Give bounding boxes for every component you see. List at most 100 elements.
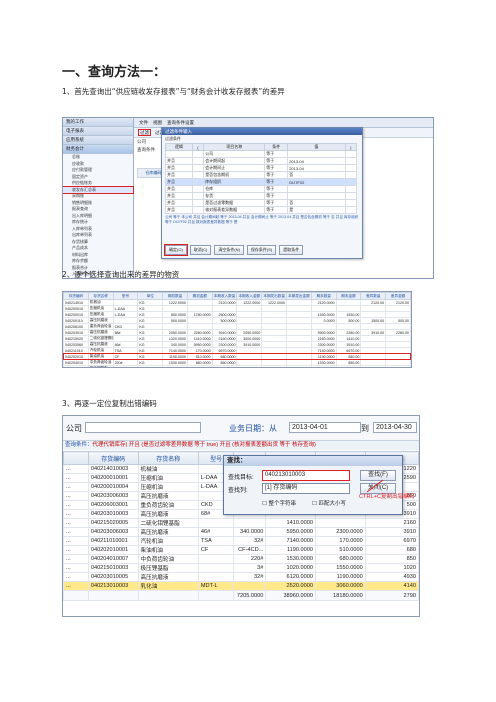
menu-item[interactable]: 查询条件设置	[167, 120, 194, 125]
grid-row[interactable]: ... 040215020005 二硫化钼锂基脂 1410.0000 2160	[63, 518, 419, 528]
dialog-button[interactable]: 确定(O)	[164, 244, 188, 256]
grid-row[interactable]: ... 040202010001 柴油机油 CF CF-4CD... 1190.0000 5…	[63, 545, 419, 555]
condition-cell[interactable]: 等于	[264, 185, 289, 193]
date-from-field[interactable]: 2013-04-01	[289, 422, 361, 433]
grid-column-header: 存货编码	[87, 451, 139, 465]
condition-cell[interactable]	[344, 164, 357, 172]
condition-cell[interactable]: 并且	[165, 199, 193, 207]
condition-cell[interactable]	[344, 185, 357, 193]
condition-cell[interactable]: 否	[287, 171, 346, 179]
condition-cell[interactable]: 否	[287, 199, 346, 207]
whole-string-checkbox[interactable]: ☐ 整个字符串	[262, 499, 296, 507]
condition-cell[interactable]: 等于	[264, 150, 289, 158]
tree-group-finance[interactable]: 财务会计	[63, 145, 133, 154]
condition-cell[interactable]: 会计期间止	[203, 164, 266, 172]
condition-cell[interactable]	[191, 206, 205, 214]
condition-cell[interactable]	[191, 164, 205, 172]
condition-cell[interactable]	[344, 178, 357, 186]
menu-item[interactable]: 文件	[139, 120, 148, 125]
condition-cell[interactable]: 并且	[165, 164, 193, 172]
date-to-field[interactable]: 2013-04-30	[373, 422, 417, 433]
condition-row[interactable]: 并且 会计期间止 等于 2013-04	[165, 164, 357, 172]
report-cell: 1550.0000	[186, 365, 213, 367]
grid-row[interactable]: ... 040211010001 汽轮机油 TSA 32# 7140.0000 170.00…	[63, 536, 419, 546]
condition-cell[interactable]: 会计期间起	[203, 157, 266, 165]
condition-cell[interactable]: 等于	[264, 178, 289, 186]
condition-cell[interactable]: 并且	[165, 206, 193, 214]
company-field[interactable]	[85, 422, 201, 433]
condition-cell[interactable]: 存货	[203, 192, 266, 200]
find-target-input[interactable]: 040213010003	[262, 470, 350, 481]
dialog-button[interactable]: 保存条件(S)	[246, 245, 277, 255]
dialog-button[interactable]: 清空条件(N)	[214, 245, 244, 255]
condition-cell[interactable]: 公司	[203, 150, 266, 158]
condition-row[interactable]: 并且 是否过滤零数据 等于否	[165, 199, 357, 207]
condition-cell[interactable]: 并且	[165, 192, 193, 200]
menu-item[interactable]: 视图	[153, 120, 162, 125]
condition-cell[interactable]	[191, 199, 205, 207]
condition-cell[interactable]	[344, 206, 357, 214]
report-cell	[286, 365, 312, 367]
condition-row[interactable]: 并且 仓库 等于	[165, 185, 357, 193]
report-row[interactable]: 040215010极压锂基脂3#KG1020.00001550.00001020…	[63, 365, 411, 367]
grid-row[interactable]: ... 040204010007 中负荷齿轮油 220# 1530.0000 680.00…	[63, 554, 419, 564]
condition-cell[interactable]: 并且	[165, 178, 193, 186]
condition-row[interactable]: 并且 核对报表差异数据 等于是	[165, 206, 357, 214]
grid-row[interactable]: ... 040203006003 高压抗磨液 46# 340.0000 5950.0000…	[63, 527, 419, 537]
condition-cell[interactable]: DIJ7F02	[287, 178, 346, 186]
condition-row[interactable]: 并且 库存组织 等于 DIJ7F02	[165, 178, 357, 186]
condition-cell[interactable]: 仓库	[203, 185, 266, 193]
condition-cell[interactable]: 是否过滤零数据	[203, 199, 266, 207]
condition-cell[interactable]	[191, 192, 205, 200]
condition-cell[interactable]	[344, 199, 357, 207]
condition-row[interactable]: 并且 会计期间起 等于 2013-04	[165, 157, 357, 165]
tree-section[interactable]: 我的工作	[63, 118, 133, 127]
condition-column-header: 条件	[264, 143, 289, 151]
condition-cell[interactable]: 等于	[264, 192, 289, 200]
condition-cell[interactable]	[287, 192, 346, 200]
condition-cell[interactable]: 是否包含期初	[203, 171, 266, 179]
grid-cell: 040215020005	[87, 518, 139, 528]
grid-row[interactable]: ... 040213010003 乳化油 MDT-L 2520.0000 3060.000…	[63, 581, 419, 591]
find-column-select[interactable]: [1] 存货编码	[262, 483, 350, 494]
condition-cell[interactable]: 等于	[264, 171, 289, 179]
grid-row[interactable]: ... 040215010003 极压锂基脂 3# 1020.0000 1550.0000…	[63, 563, 419, 573]
condition-cell[interactable]	[344, 150, 357, 158]
condition-cell[interactable]	[344, 171, 357, 179]
condition-cell[interactable]: 等于	[264, 199, 289, 207]
condition-cell[interactable]	[191, 185, 205, 193]
condition-row[interactable]: 并且 存货 等于	[165, 192, 357, 200]
condition-cell[interactable]: 等于	[264, 206, 289, 214]
match-case-checkbox[interactable]: ☐ 匹配大小写	[312, 499, 346, 507]
condition-cell[interactable]: 是	[287, 206, 346, 214]
condition-cell[interactable]	[344, 192, 357, 200]
condition-cell[interactable]: 核对报表差异数据	[203, 206, 266, 214]
condition-text: 代理代销库存) 开且 (是否过滤零差异数据 等于 true) 开且 (核对报表差…	[92, 442, 316, 448]
toolbar-button[interactable]: 过滤	[138, 129, 151, 136]
tree-section[interactable]: 应用系统	[63, 136, 133, 145]
condition-cell[interactable]	[191, 178, 205, 186]
condition-cell[interactable]: 并且	[165, 157, 193, 165]
condition-cell[interactable]: 2013-04	[287, 157, 346, 165]
condition-cell[interactable]: 等于	[264, 157, 289, 165]
condition-cell[interactable]: 2013-04	[287, 164, 346, 172]
condition-cell[interactable]: 并且	[165, 171, 193, 179]
grid-row[interactable]: ... 040203010005 高压抗磨液 32# 6120.0000 1190.000…	[63, 572, 419, 582]
condition-cell[interactable]	[191, 171, 205, 179]
condition-cell[interactable]: 库存组织	[203, 178, 266, 186]
tree-section[interactable]: 电子报表	[63, 127, 133, 136]
dialog-button[interactable]: 提取条件	[279, 245, 304, 255]
report-cell: 1020.0000	[211, 365, 238, 367]
condition-row[interactable]: 公司 等于	[165, 150, 357, 158]
condition-row[interactable]: 并且 是否包含期初 等于否	[165, 171, 357, 179]
condition-cell[interactable]	[191, 150, 205, 158]
find-column-label: 查找列:	[228, 488, 248, 494]
dialog-button[interactable]: 取消(C)	[189, 245, 212, 255]
condition-cell[interactable]	[191, 157, 205, 165]
condition-cell[interactable]: 并且	[165, 185, 193, 193]
condition-cell[interactable]	[165, 150, 193, 158]
condition-cell[interactable]	[344, 157, 357, 165]
condition-cell[interactable]	[287, 185, 346, 193]
condition-cell[interactable]	[287, 150, 346, 158]
condition-cell[interactable]: 等于	[264, 164, 289, 172]
